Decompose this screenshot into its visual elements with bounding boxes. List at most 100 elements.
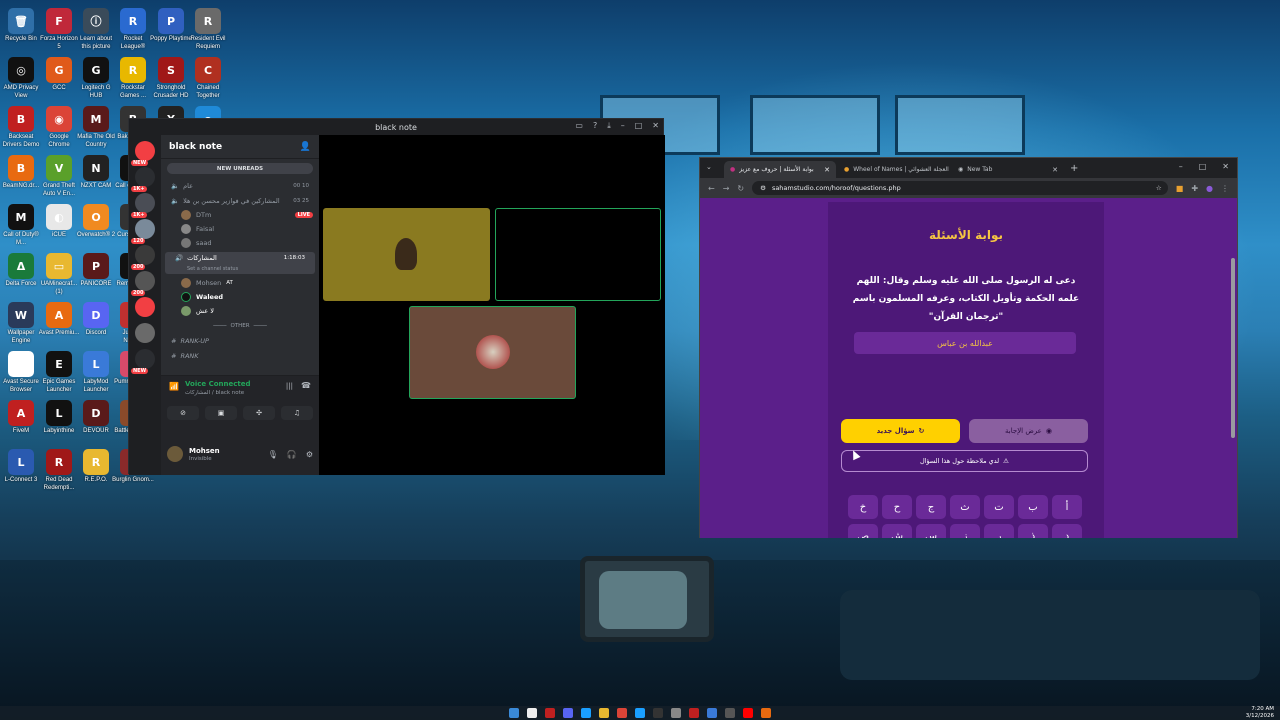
desktop-icon[interactable]: L LabyMod Launcher	[75, 351, 117, 394]
new-unreads-banner[interactable]: NEW UNREADS	[167, 163, 313, 174]
server-icon[interactable]: 120	[131, 219, 155, 244]
taskbar-app-icon[interactable]	[653, 708, 663, 718]
letter-button[interactable]: أ	[1052, 495, 1082, 519]
video-tile[interactable]	[323, 208, 490, 301]
desktop-icon[interactable]: E Epic Games Launcher	[38, 351, 80, 394]
add-member-icon[interactable]: 👤	[300, 142, 311, 152]
tab-search-icon[interactable]: ⌄	[706, 163, 712, 171]
text-channel[interactable]: # RANK-UP	[161, 333, 319, 348]
start-icon[interactable]	[509, 708, 519, 718]
taskbar-app-icon[interactable]	[635, 708, 645, 718]
desktop-icon[interactable]: Δ Delta Force	[0, 253, 42, 289]
desktop-icon[interactable]: D DEVOUR	[75, 400, 117, 436]
text-channel[interactable]: # RANK	[161, 348, 319, 363]
desktop-icon[interactable]: O Overwatch® 2	[75, 204, 117, 240]
steam-icon[interactable]	[581, 708, 591, 718]
desktop-icon[interactable]: 🗑 Recycle Bin	[0, 8, 42, 44]
download-icon[interactable]: ⤓	[607, 121, 611, 131]
discord-icon[interactable]	[563, 708, 573, 718]
desktop-icon[interactable]: N NZXT CAM	[75, 155, 117, 191]
screen-share-button[interactable]: ▣	[205, 406, 237, 420]
extension-icon[interactable]: ■	[1176, 184, 1184, 193]
desktop-icon[interactable]: F Forza Horizon 5	[38, 8, 80, 51]
report-note-button[interactable]: لدي ملاحظة حول هذا السؤال ⚠	[841, 450, 1088, 472]
menu-icon[interactable]: ⋮	[1221, 184, 1229, 193]
help-icon[interactable]: ?	[593, 121, 597, 131]
close-icon[interactable]: ✕	[652, 121, 659, 131]
letter-button[interactable]: ذ	[1018, 524, 1048, 538]
desktop-icon[interactable]: A Avast Secure Browser	[0, 351, 42, 394]
letter-button[interactable]: ح	[882, 495, 912, 519]
close-tab-icon[interactable]: ✕	[824, 166, 830, 174]
category-header[interactable]: ──── OTHER ────	[161, 318, 319, 333]
desktop-icon[interactable]: A Avast Premiu...	[38, 302, 80, 338]
tab-questions[interactable]: ● بوابة الأسئلة | حروف مع عزيز ✕	[724, 161, 836, 178]
avatar[interactable]	[167, 446, 183, 462]
site-info-icon[interactable]: ⚙	[760, 184, 766, 192]
desktop-icon[interactable]: ◉ Google Chrome	[38, 106, 80, 149]
close-icon[interactable]: ✕	[1222, 162, 1229, 171]
desktop-icon[interactable]: ◐ iCUE	[38, 204, 80, 240]
letter-button[interactable]: ب	[1018, 495, 1048, 519]
forward-icon[interactable]: →	[723, 184, 730, 193]
page-scrollbar[interactable]	[1231, 258, 1235, 438]
video-tile[interactable]	[409, 306, 576, 399]
activities-button[interactable]: ✣	[243, 406, 275, 420]
server-icon[interactable]: NEW	[131, 349, 155, 374]
voice-user[interactable]: Waleed	[161, 290, 319, 304]
back-icon[interactable]: ←	[708, 184, 715, 193]
desktop-icon[interactable]: R Red Dead Redempti...	[38, 449, 80, 492]
desktop-icon[interactable]: G Logitech G HUB	[75, 57, 117, 100]
taskbar-app-icon[interactable]	[689, 708, 699, 718]
desktop-icon[interactable]: ⓘ Learn about this picture	[75, 8, 117, 51]
server-icon[interactable]: NEW	[131, 141, 155, 166]
desktop-icon[interactable]: M Mafia The Old Country	[75, 106, 117, 149]
voice-user[interactable]: saad	[161, 236, 319, 250]
desktop-icon[interactable]: P PANICORE	[75, 253, 117, 289]
server-icon[interactable]: 200	[131, 245, 155, 270]
desktop-icon[interactable]: R Rockstar Games ...	[112, 57, 154, 100]
voice-user[interactable]: لا عش	[161, 304, 319, 318]
letter-button[interactable]: خ	[848, 495, 878, 519]
desktop-icon[interactable]: G GCC	[38, 57, 80, 93]
desktop-icon[interactable]: M Call of Duty® M...	[0, 204, 42, 247]
letter-button[interactable]: ت	[984, 495, 1014, 519]
soundboard-button[interactable]: ♫	[281, 406, 313, 420]
voice-path[interactable]: المشاركات / black note	[185, 390, 244, 396]
desktop-icon[interactable]: W Wallpaper Engine	[0, 302, 42, 345]
active-voice-channel[interactable]: 🔊 المشاركات 1:18:03 Set a channel status	[165, 252, 315, 274]
close-tab-icon[interactable]: ✕	[1052, 166, 1058, 174]
server-icon[interactable]	[135, 323, 155, 343]
letter-button[interactable]: ش	[882, 524, 912, 538]
chrome-icon[interactable]	[617, 708, 627, 718]
desktop-icon[interactable]: R R.E.P.O.	[75, 449, 117, 485]
bookmark-star-icon[interactable]: ☆	[1156, 184, 1162, 192]
server-header[interactable]: black note 👤	[161, 135, 319, 159]
letter-button[interactable]: ز	[950, 524, 980, 538]
taskbar-app-icon[interactable]	[527, 708, 537, 718]
tab-new-tab[interactable]: ◉ New Tab ✕	[952, 161, 1064, 178]
letter-button[interactable]: د	[1052, 524, 1082, 538]
desktop-icon[interactable]: L Labyinthine	[38, 400, 80, 436]
disconnect-icon[interactable]: ☎	[301, 381, 311, 390]
desktop-icon[interactable]: ▭ UAMinecraf... (1)	[38, 253, 80, 296]
voice-user[interactable]: DTm LIVE	[161, 208, 319, 222]
new-tab-icon[interactable]: +	[1070, 163, 1078, 174]
letter-button[interactable]: ص	[848, 524, 878, 538]
show-answer-button[interactable]: عرض الإجابة ◉	[969, 419, 1088, 443]
letter-button[interactable]: س	[916, 524, 946, 538]
profile-icon[interactable]: ●	[1206, 184, 1213, 193]
voice-channel[interactable]: 🔈 عام 00 10	[161, 178, 319, 193]
taskbar-app-icon[interactable]	[671, 708, 681, 718]
taskbar-app-icon[interactable]	[707, 708, 717, 718]
system-clock[interactable]: 7:20 AM 3/12/2026	[1246, 706, 1274, 719]
taskbar-app-icon[interactable]	[545, 708, 555, 718]
inbox-icon[interactable]: ▭	[575, 121, 583, 131]
server-icon[interactable]: 1K+	[131, 167, 155, 192]
taskbar-app-icon[interactable]	[725, 708, 735, 718]
letter-button[interactable]: ث	[950, 495, 980, 519]
desktop-icon[interactable]: R Rocket League®	[112, 8, 154, 51]
desktop-icon[interactable]: A FiveM	[0, 400, 42, 436]
headphones-icon[interactable]: 🎧	[287, 450, 297, 459]
desktop-icon[interactable]: ◎ AMD Privacy View	[0, 57, 42, 100]
